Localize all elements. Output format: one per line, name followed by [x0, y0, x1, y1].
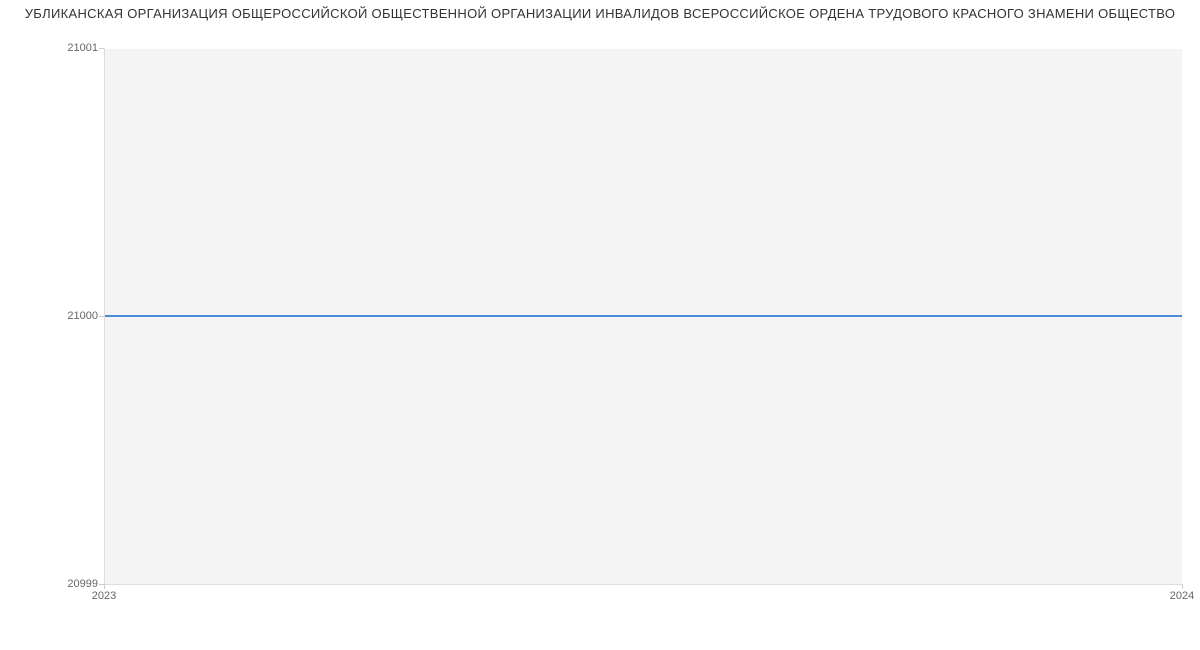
y-tick-label: 21000 [67, 310, 98, 322]
line-series-0 [104, 315, 1182, 317]
x-tick-label: 2024 [1170, 590, 1194, 602]
y-axis-line [104, 48, 105, 584]
x-tick-label: 2023 [92, 590, 116, 602]
x-axis-line [104, 584, 1182, 585]
chart-title: УБЛИКАНСКАЯ ОРГАНИЗАЦИЯ ОБЩЕРОССИЙСКОЙ О… [0, 0, 1200, 25]
gridline-x-1 [1182, 48, 1183, 584]
x-tick-mark [1182, 584, 1183, 589]
y-tick-mark [99, 48, 104, 49]
y-tick-mark [99, 316, 104, 317]
gridline-y-2 [104, 48, 1182, 49]
plot-area [104, 48, 1182, 584]
x-tick-mark [104, 584, 105, 589]
y-tick-label: 20999 [67, 578, 98, 590]
y-tick-label: 21001 [67, 42, 98, 54]
